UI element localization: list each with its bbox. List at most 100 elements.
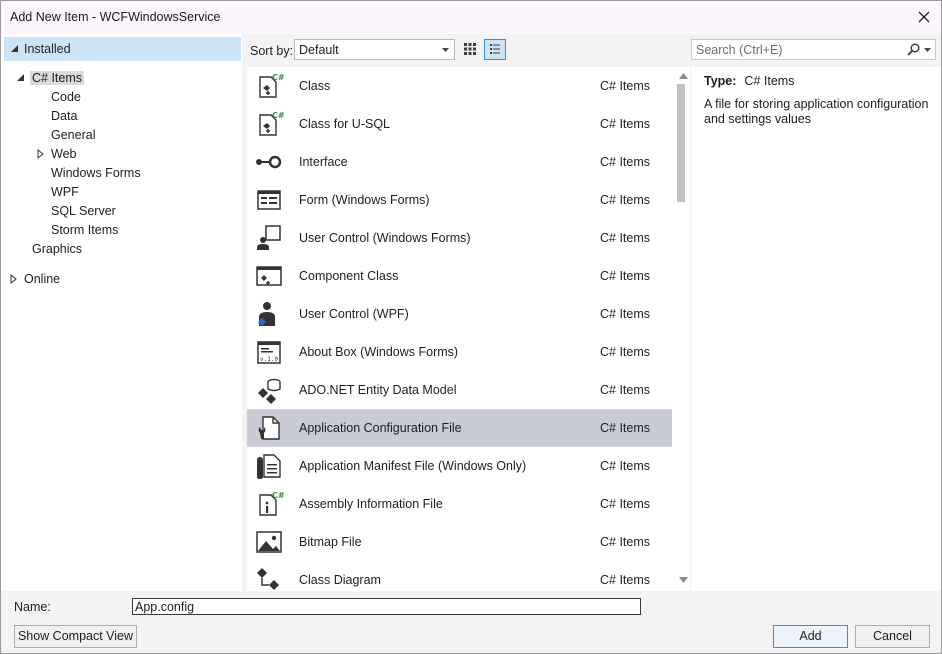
svg-text:C#: C#	[272, 491, 284, 500]
template-name: Class Diagram	[299, 573, 381, 587]
type-label: Type:	[704, 74, 737, 88]
tree-item-label: Web	[51, 147, 77, 161]
template-row-application-manifest-file[interactable]: Application Manifest File (Windows Only)…	[247, 447, 672, 485]
template-category: C# Items	[600, 345, 651, 359]
class-diagram-icon	[257, 568, 279, 590]
template-category: C# Items	[600, 269, 651, 283]
medium-icons-view-button[interactable]	[459, 39, 481, 60]
add-new-item-dialog: Add New Item - WCFWindowsService Install…	[0, 0, 942, 654]
close-icon	[918, 11, 930, 23]
show-compact-view-button[interactable]: Show Compact View	[14, 625, 137, 648]
tree-item-label: Graphics	[32, 242, 83, 256]
tree-item-label: Storm Items	[51, 223, 119, 237]
svg-text:v.1.0: v.1.0	[260, 356, 278, 363]
expanded-arrow-icon	[17, 74, 24, 81]
list-view-icon	[490, 44, 500, 54]
window-title: Add New Item - WCFWindowsService	[10, 10, 221, 24]
scroll-up-arrow-icon[interactable]	[679, 73, 688, 79]
cancel-button[interactable]: Cancel	[855, 625, 930, 648]
template-row-bitmap-file[interactable]: Bitmap File C# Items	[247, 523, 672, 561]
template-row-user-control-wpf[interactable]: User Control (WPF) C# Items	[247, 295, 672, 333]
template-name: Form (Windows Forms)	[299, 193, 430, 207]
template-row-about-box[interactable]: v.1.0 About Box (Windows Forms) C# Items	[247, 333, 672, 371]
tree-item-label: Online	[24, 272, 61, 286]
template-row-component-class[interactable]: Component Class C# Items	[247, 257, 672, 295]
chevron-down-icon[interactable]	[924, 48, 931, 52]
entity-data-model-icon	[258, 378, 281, 404]
list-view-button[interactable]	[484, 39, 506, 60]
template-row-class-diagram[interactable]: Class Diagram C# Items	[247, 561, 672, 591]
sort-by-dropdown[interactable]: Default	[294, 39, 455, 60]
template-category: C# Items	[600, 383, 651, 397]
template-category: C# Items	[600, 231, 651, 245]
interface-icon	[256, 155, 282, 169]
template-name: Class	[299, 79, 331, 93]
template-category: C# Items	[600, 307, 651, 321]
bitmap-file-icon	[256, 531, 282, 553]
collapsed-arrow-icon	[37, 149, 44, 159]
template-row-class-for-usql[interactable]: C# Class for U-SQL C# Items	[247, 105, 672, 143]
template-row-ado-net-entity-data-model[interactable]: ADO.NET Entity Data Model C# Items	[247, 371, 672, 409]
grid-view-icon	[464, 43, 476, 55]
template-row-form-windows-forms[interactable]: Form (Windows Forms) C# Items	[247, 181, 672, 219]
template-description: A file for storing application configura…	[704, 97, 929, 126]
add-button[interactable]: Add	[773, 625, 848, 648]
type-value: C# Items	[744, 74, 795, 88]
template-row-user-control-windows-forms[interactable]: User Control (Windows Forms) C# Items	[247, 219, 672, 257]
template-name: User Control (Windows Forms)	[299, 231, 471, 245]
tree-item-label: Windows Forms	[51, 166, 141, 180]
close-button[interactable]	[911, 5, 937, 29]
about-box-icon: v.1.0	[257, 341, 281, 364]
template-name: Class for U-SQL	[299, 117, 390, 131]
template-category: C# Items	[600, 193, 651, 207]
expanded-arrow-icon	[11, 45, 18, 52]
template-row-interface[interactable]: Interface C# Items	[247, 143, 672, 181]
collapsed-arrow-icon	[10, 274, 17, 284]
tree-item-label: Code	[51, 90, 81, 104]
template-name: Interface	[299, 155, 348, 169]
sort-by-label: Sort by:	[250, 44, 294, 58]
wpf-user-control-icon	[258, 302, 275, 326]
tree-item-label: C# Items	[30, 71, 85, 85]
tree-item-label: General	[51, 128, 96, 142]
template-name: Component Class	[299, 269, 399, 283]
class-icon: C#	[259, 73, 284, 98]
template-category: C# Items	[600, 117, 651, 131]
template-category: C# Items	[600, 459, 651, 473]
assembly-info-icon: C#	[259, 491, 284, 516]
template-category: C# Items	[600, 79, 651, 93]
tree-item-label: SQL Server	[51, 204, 116, 218]
template-name: Assembly Information File	[299, 497, 443, 511]
sort-by-value: Default	[299, 43, 339, 57]
template-category: C# Items	[600, 535, 651, 549]
search-box[interactable]	[691, 39, 936, 60]
tree-item-installed[interactable]: Installed	[4, 37, 241, 61]
scrollbar-thumb[interactable]	[677, 84, 685, 202]
template-row-assembly-information-file[interactable]: C# Assembly Information File C# Items	[247, 485, 672, 523]
template-name: Application Manifest File (Windows Only)	[299, 459, 527, 473]
usql-class-icon: C#	[259, 111, 284, 136]
svg-text:C#: C#	[272, 73, 284, 82]
template-name: User Control (WPF)	[299, 307, 409, 321]
scroll-down-arrow-icon[interactable]	[679, 577, 688, 583]
template-name: Application Configuration File	[299, 421, 462, 435]
name-label: Name:	[14, 600, 51, 614]
template-row-application-configuration-file[interactable]: Application Configuration File C# Items	[247, 409, 672, 447]
form-icon	[257, 190, 281, 210]
name-field[interactable]	[132, 598, 641, 615]
template-category: C# Items	[600, 573, 651, 587]
template-category: C# Items	[600, 497, 651, 511]
search-icon	[907, 43, 920, 56]
chevron-down-icon	[442, 48, 449, 52]
template-category: C# Items	[600, 421, 651, 435]
title-bar: Add New Item - WCFWindowsService	[1, 1, 941, 34]
template-row-class[interactable]: C# Class C# Items	[247, 67, 672, 105]
tree-item-label: Data	[51, 109, 78, 123]
template-name: ADO.NET Entity Data Model	[299, 383, 457, 397]
template-category-tree: Installed C# Items Code Data General Web…	[1, 34, 242, 591]
search-input[interactable]	[694, 41, 902, 58]
tree-item-label: Installed	[24, 42, 71, 56]
template-list: C# Class C# Items C# Class for U-SQL C# …	[247, 67, 690, 591]
template-details-pane: Type: C# Items A file for storing applica…	[691, 67, 941, 591]
tree-item-label: WPF	[51, 185, 79, 199]
